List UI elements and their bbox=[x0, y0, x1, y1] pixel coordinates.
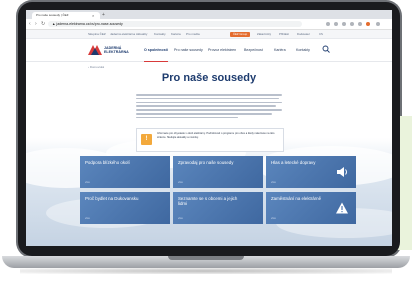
card-villages[interactable]: Seznamte se s obcemi a jejich lidmi více bbox=[173, 192, 263, 224]
card-more-link[interactable]: více bbox=[178, 217, 183, 220]
extension-icon[interactable] bbox=[350, 22, 354, 26]
card-title: Seznamte se s obcemi a jejich lidmi bbox=[178, 196, 238, 207]
speaker-icon bbox=[337, 167, 347, 177]
top-link[interactable]: Skupina ČEZ bbox=[88, 30, 106, 38]
nav-item-contacts[interactable]: Kontakty bbox=[296, 39, 310, 61]
cez-group-button[interactable]: ČEZ Group bbox=[230, 31, 251, 37]
extension-icon[interactable] bbox=[358, 22, 362, 26]
browser-toolbar: ‹ › ↻ ▲ jaderna-elektrarna.cz/cs/pro-nas… bbox=[26, 19, 392, 30]
logo-text[interactable]: JADERNÁ ELEKTRÁRNA bbox=[104, 46, 134, 54]
browser-tab[interactable]: Pro naše sousedy | ČEZ bbox=[32, 12, 100, 19]
card-support[interactable]: Podpora blízkého okolí více bbox=[80, 156, 170, 188]
laptop-screen: Pro naše sousedy | ČEZ × + ‹ › ↻ ▲ jader… bbox=[26, 10, 392, 246]
top-link[interactable]: Aktuality bbox=[136, 30, 147, 38]
info-icon: ! bbox=[141, 134, 152, 145]
logo-icon[interactable] bbox=[88, 45, 102, 55]
nav-item-neighbours[interactable]: Pro naše sousedy bbox=[174, 39, 203, 61]
profile-avatar[interactable] bbox=[366, 22, 370, 26]
card-title: Zaměstnání na elektrárně bbox=[271, 196, 322, 201]
search-icon[interactable] bbox=[322, 45, 330, 55]
site-header: JADERNÁ ELEKTRÁRNA O společnosti Pro naš… bbox=[26, 39, 392, 62]
page-title: Pro naše sousedy bbox=[161, 72, 257, 84]
card-title: Podpora blízkého okolí bbox=[85, 160, 130, 165]
customer-button[interactable]: Zákaznický bbox=[254, 32, 274, 37]
breadcrumb[interactable]: ‹ Domovská bbox=[88, 65, 104, 69]
card-noise[interactable]: Hlas a letecké dopravy více bbox=[266, 156, 356, 188]
nav-item-safety[interactable]: Bezpečnost bbox=[244, 39, 263, 61]
top-link[interactable]: Kariéra bbox=[171, 30, 181, 38]
warning-icon bbox=[336, 202, 348, 214]
card-more-link[interactable]: více bbox=[85, 181, 90, 184]
nav-item-career[interactable]: Kariéra bbox=[274, 39, 286, 61]
card-title: Zpravodaj pro naše sousedy bbox=[178, 160, 234, 165]
card-title: Hlas a letecké dopravy bbox=[271, 160, 316, 165]
close-icon[interactable]: × bbox=[92, 12, 94, 19]
intro-paragraph bbox=[136, 94, 282, 120]
top-link[interactable]: Kontakty bbox=[154, 30, 166, 38]
laptop-shadow bbox=[20, 268, 392, 274]
card-living[interactable]: Proč bydlet na Dukovansku více bbox=[80, 192, 170, 224]
card-more-link[interactable]: více bbox=[271, 181, 276, 184]
extension-icon[interactable] bbox=[326, 22, 330, 26]
card-title: Proč bydlet na Dukovansku bbox=[85, 196, 139, 201]
language-switch[interactable]: CS bbox=[316, 32, 326, 37]
extension-icon[interactable] bbox=[342, 22, 346, 26]
new-tab-button[interactable]: + bbox=[102, 12, 105, 19]
notice-box: ! Informace pro obyvatele v okolí elektr… bbox=[136, 128, 284, 152]
card-more-link[interactable]: více bbox=[85, 217, 90, 220]
laptop-base-notch bbox=[168, 256, 244, 260]
back-icon[interactable]: ‹ bbox=[29, 21, 31, 27]
card-more-link[interactable]: více bbox=[178, 181, 183, 184]
top-link[interactable]: Jaderná elektrárna bbox=[110, 30, 135, 38]
menu-icon[interactable] bbox=[376, 22, 380, 26]
browser-tab-bar: Pro naše sousedy | ČEZ × + bbox=[26, 10, 392, 19]
card-jobs[interactable]: Zaměstnání na elektrárně více bbox=[266, 192, 356, 224]
login-button[interactable]: Přihlásit bbox=[276, 32, 292, 37]
nav-item-about[interactable]: O společnosti bbox=[144, 39, 168, 62]
card-more-link[interactable]: více bbox=[271, 217, 276, 220]
notice-text: Informace pro obyvatele v okolí elektrár… bbox=[157, 132, 275, 139]
address-bar[interactable]: ▲ jaderna-elektrarna.cz/cs/pro-nase-sous… bbox=[48, 21, 302, 27]
top-link[interactable]: Pro média bbox=[186, 30, 200, 38]
site-top-strip: Skupina ČEZ Jaderná elektrárna Aktuality… bbox=[26, 30, 392, 39]
nav-item-operation[interactable]: Provoz elektráren bbox=[208, 39, 236, 61]
supplier-button[interactable]: Dodavatel bbox=[294, 32, 313, 37]
forward-icon[interactable]: › bbox=[35, 21, 37, 27]
card-newsletter[interactable]: Zpravodaj pro naše sousedy více bbox=[173, 156, 263, 188]
extension-icon[interactable] bbox=[334, 22, 338, 26]
reload-icon[interactable]: ↻ bbox=[41, 21, 45, 27]
